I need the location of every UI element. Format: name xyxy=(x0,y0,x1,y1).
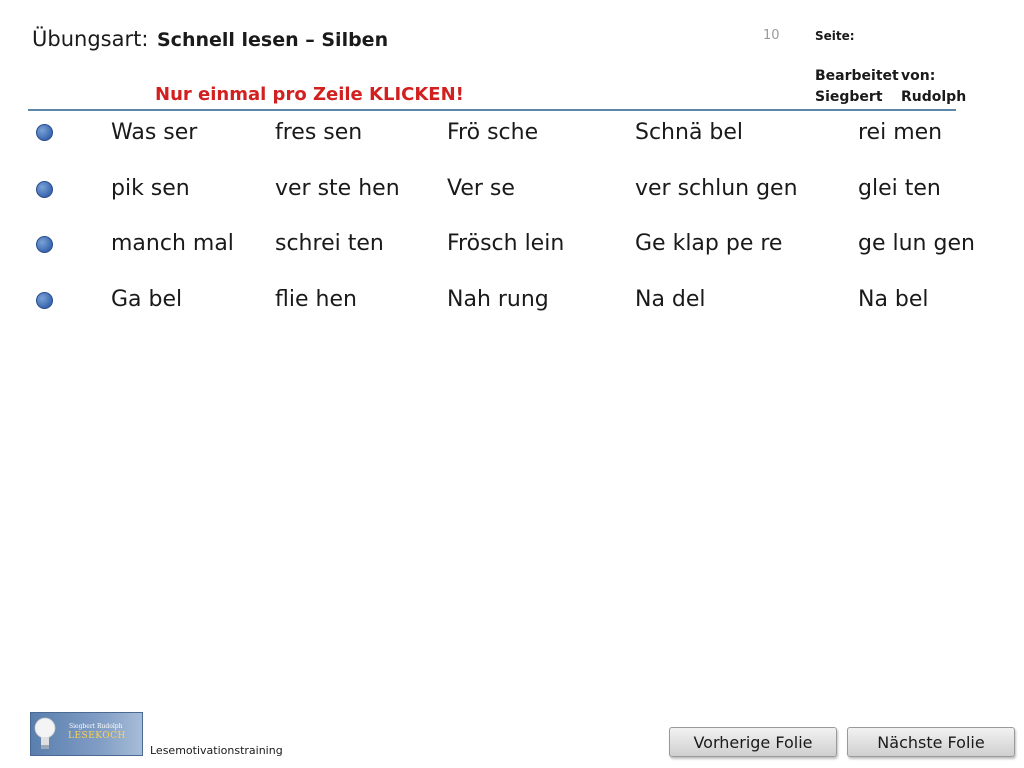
edited-label: Bearbeitet xyxy=(815,68,899,84)
lesekoch-logo: Siegbert Rudolph LESEKOCH xyxy=(30,712,143,756)
syllable-word: ver schlun gen xyxy=(635,176,798,201)
exercise-type-label: Übungsart: xyxy=(32,27,149,51)
author-block: Bearbeitet von: Siegbert Rudolph xyxy=(815,66,966,108)
syllable-word: manch mal xyxy=(111,231,234,256)
syllable-word: fres sen xyxy=(275,120,363,145)
author-last-name: Rudolph xyxy=(901,89,967,105)
next-slide-button[interactable]: Nächste Folie xyxy=(847,727,1015,757)
syllable-word: Ge klap pe re xyxy=(635,231,783,256)
syllable-word: ge lun gen xyxy=(858,231,975,256)
previous-slide-button[interactable]: Vorherige Folie xyxy=(669,727,837,757)
syllable-word: Nah rung xyxy=(447,287,549,312)
syllable-word: Na bel xyxy=(858,287,929,312)
logo-author: Siegbert Rudolph xyxy=(69,723,123,730)
row-click-button-4[interactable] xyxy=(36,292,53,309)
syllable-word: glei ten xyxy=(858,176,941,201)
logo-brand: LESEKOCH xyxy=(68,731,126,741)
instruction-text: Nur einmal pro Zeile KLICKEN! xyxy=(155,84,464,105)
syllable-word: schrei ten xyxy=(275,231,384,256)
syllable-word: Na del xyxy=(635,287,706,312)
row-click-button-2[interactable] xyxy=(36,181,53,198)
syllable-word: pik sen xyxy=(111,176,190,201)
by-label: von: xyxy=(901,68,936,84)
footer-caption: Lesemotivationstraining xyxy=(150,744,283,757)
lightbulb-icon xyxy=(34,717,56,749)
header-divider xyxy=(28,109,956,111)
syllable-word: Frösch lein xyxy=(447,231,565,256)
row-click-button-1[interactable] xyxy=(36,124,53,141)
syllable-word: Ver se xyxy=(447,176,515,201)
row-click-button-3[interactable] xyxy=(36,236,53,253)
page-label: Seite: xyxy=(815,29,855,43)
syllable-word: Ga bel xyxy=(111,287,183,312)
slide-number: 10 xyxy=(763,28,780,43)
exercise-title: Schnell lesen – Silben xyxy=(157,29,389,51)
syllable-word: flie hen xyxy=(275,287,357,312)
syllable-word: Was ser xyxy=(111,120,198,145)
syllable-word: Schnä bel xyxy=(635,120,744,145)
syllable-word: rei men xyxy=(858,120,943,145)
syllable-word: ver ste hen xyxy=(275,176,400,201)
syllable-word: Frö sche xyxy=(447,120,539,145)
author-first-name: Siegbert xyxy=(815,89,883,105)
